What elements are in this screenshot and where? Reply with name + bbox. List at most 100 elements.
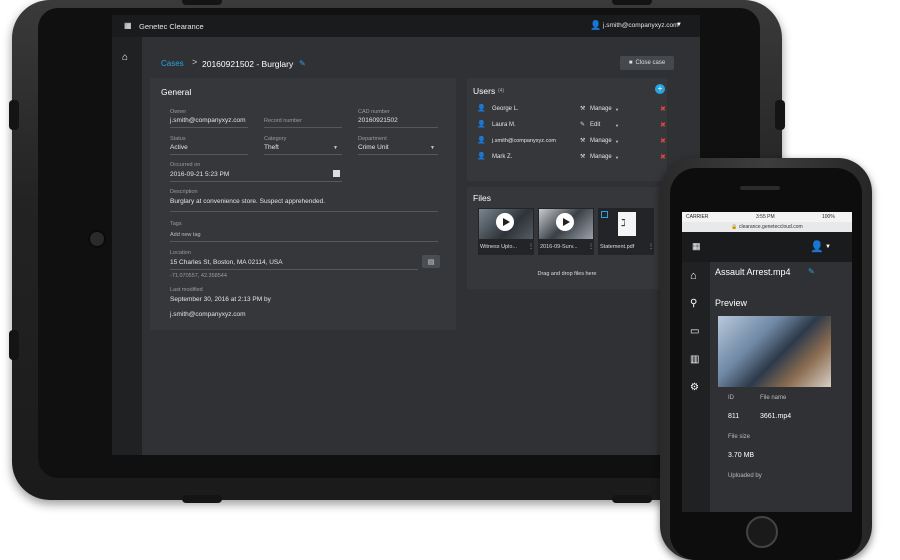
search-icon[interactable]: ⚲ bbox=[690, 298, 697, 309]
user-role-select[interactable]: Manage bbox=[590, 106, 612, 112]
pencil-icon[interactable]: ✎ bbox=[299, 59, 306, 68]
clock-text: 3:55 PM bbox=[756, 214, 775, 220]
file-title: Assault Arrest.mp4 bbox=[715, 267, 791, 277]
user-avatar-icon: 👤 bbox=[477, 153, 486, 160]
add-user-button[interactable]: + bbox=[655, 84, 665, 94]
user-row: 👤 Mark Z. ⚒ Manage ▼ ✖ bbox=[467, 150, 667, 166]
chevron-down-icon[interactable]: ▼ bbox=[333, 145, 338, 151]
filesize-label: File size bbox=[728, 434, 751, 440]
uploaded-by-label: Uploaded by bbox=[728, 473, 762, 479]
files-panel: Files Witness Uplo... ⋮ 2016-09-Surv... … bbox=[467, 187, 667, 289]
preview-heading: Preview bbox=[715, 298, 748, 308]
user-email[interactable]: j.smith@companyxyz.com bbox=[603, 22, 679, 29]
address-bar[interactable]: 🔒 clearance.geneteccloud.com bbox=[682, 222, 852, 232]
files-heading: Files bbox=[473, 193, 491, 203]
chevron-down-icon[interactable]: ▼ bbox=[615, 123, 619, 128]
owner-underline bbox=[170, 127, 248, 128]
calendar-icon[interactable] bbox=[333, 170, 340, 177]
user-icon[interactable]: 👤 bbox=[810, 240, 824, 253]
chevron-down-icon[interactable]: ▼ bbox=[825, 244, 831, 250]
general-panel: General Owner j.smith@companyxyz.com Rec… bbox=[150, 78, 456, 330]
category-underline bbox=[264, 154, 342, 155]
film-icon[interactable]: ▥ bbox=[690, 354, 699, 365]
user-role-select[interactable]: Manage bbox=[590, 154, 612, 160]
play-icon[interactable] bbox=[556, 213, 574, 231]
user-role-select[interactable]: Manage bbox=[590, 138, 612, 144]
user-name: j.smith@companyxyz.com bbox=[492, 138, 556, 144]
apps-grid-icon[interactable]: ▦ bbox=[692, 241, 701, 252]
top-bar: ▦ Genetec Clearance 👤 j.smith@companyxyz… bbox=[112, 15, 700, 37]
chevron-down-icon[interactable]: ▼ bbox=[676, 22, 682, 28]
id-label: ID bbox=[728, 395, 734, 401]
more-icon[interactable]: ⋮ bbox=[588, 243, 594, 250]
tag-input[interactable]: Add new tag bbox=[170, 232, 201, 238]
users-panel: Users (4) + 👤 George L. ⚒ Manage ▼ ✖ 👤 L… bbox=[467, 78, 667, 181]
file-checkbox[interactable] bbox=[601, 211, 608, 218]
play-icon[interactable] bbox=[496, 213, 514, 231]
remove-user-icon[interactable]: ✖ bbox=[660, 153, 666, 161]
last-modified-by: j.smith@companyxyz.com bbox=[170, 311, 246, 318]
tablet-side-button bbox=[9, 330, 19, 360]
tags-label: Tags bbox=[170, 221, 182, 227]
tablet-bottom-button bbox=[182, 495, 222, 503]
case-title: 20160921502 - Burglary bbox=[202, 59, 294, 69]
department-select[interactable]: Crime Unit bbox=[358, 144, 389, 151]
category-select[interactable]: Theft bbox=[264, 144, 279, 151]
remove-user-icon[interactable]: ✖ bbox=[660, 105, 666, 113]
more-icon[interactable]: ⋮ bbox=[648, 243, 654, 250]
department-label: Department bbox=[358, 136, 387, 142]
description-label: Description bbox=[170, 189, 198, 195]
drop-zone-text[interactable]: Drag and drop files here bbox=[467, 271, 667, 277]
carrier-text: CARRIER bbox=[686, 214, 709, 220]
pencil-icon: ✎ bbox=[580, 122, 586, 128]
close-case-button[interactable]: ■ Close case bbox=[620, 56, 674, 70]
remove-user-icon[interactable]: ✖ bbox=[660, 137, 666, 145]
file-card[interactable]: Witness Uplo... ⋮ bbox=[478, 208, 534, 255]
status-bar: CARRIER 3:55 PM 100% bbox=[682, 212, 852, 222]
remove-user-icon[interactable]: ✖ bbox=[660, 121, 666, 129]
home-icon[interactable]: ⌂ bbox=[690, 270, 697, 282]
tablet-screen: ▦ Genetec Clearance 👤 j.smith@companyxyz… bbox=[112, 15, 700, 455]
description-underline bbox=[170, 211, 438, 212]
file-card[interactable]: ℷ Statement.pdf ⋮ bbox=[598, 208, 654, 255]
pencil-icon[interactable]: ✎ bbox=[808, 267, 815, 276]
location-field[interactable]: 15 Charles St, Boston, MA 02114, USA bbox=[170, 259, 283, 266]
occurred-field[interactable]: 2016-09-21 5:23 PM bbox=[170, 171, 229, 178]
home-icon[interactable]: ⌂ bbox=[122, 52, 128, 63]
phone-screen: CARRIER 3:55 PM 100% 🔒 clearance.genetec… bbox=[682, 212, 852, 512]
tablet-bottom-button bbox=[612, 495, 652, 503]
user-role-select[interactable]: Edit bbox=[590, 122, 600, 128]
filesize-value: 3.70 MB bbox=[728, 452, 755, 459]
chevron-down-icon[interactable]: ▼ bbox=[430, 145, 435, 151]
chevron-down-icon[interactable]: ▼ bbox=[615, 139, 619, 144]
occurred-underline bbox=[170, 181, 342, 182]
wrench-icon: ⚒ bbox=[580, 138, 586, 144]
chevron-down-icon[interactable]: ▼ bbox=[615, 155, 619, 160]
user-avatar-icon: 👤 bbox=[477, 121, 486, 128]
tablet-side-button bbox=[775, 100, 785, 130]
wrench-icon: ⚒ bbox=[580, 154, 586, 160]
user-avatar-icon: 👤 bbox=[477, 105, 486, 112]
more-icon[interactable]: ⋮ bbox=[528, 243, 534, 250]
record-number-field[interactable]: Record number bbox=[264, 118, 302, 124]
user-icon[interactable]: 👤 bbox=[590, 20, 601, 31]
folder-icon[interactable]: ▭ bbox=[690, 326, 699, 337]
battery-text: 100% bbox=[822, 214, 835, 220]
cad-number-field[interactable]: 20160921502 bbox=[358, 117, 398, 124]
breadcrumb-cases[interactable]: Cases bbox=[161, 59, 184, 68]
description-field[interactable]: Burglary at convenience store. Suspect a… bbox=[170, 198, 325, 205]
chevron-down-icon[interactable]: ▼ bbox=[615, 107, 619, 112]
app-name: Genetec Clearance bbox=[139, 22, 204, 31]
phone-top-bar: ▦ 👤 ▼ bbox=[682, 232, 852, 262]
file-card[interactable]: 2016-09-Surv... ⋮ bbox=[538, 208, 594, 255]
owner-value: j.smith@companyxyz.com bbox=[170, 117, 246, 124]
wrench-icon: ⚒ bbox=[580, 106, 586, 112]
status-label: Status bbox=[170, 136, 186, 142]
user-name: Mark Z. bbox=[492, 154, 513, 160]
users-count: (4) bbox=[498, 88, 505, 94]
map-icon[interactable]: ▤ bbox=[422, 255, 440, 268]
apps-grid-icon[interactable]: ▦ bbox=[124, 21, 132, 30]
video-preview[interactable] bbox=[718, 316, 831, 387]
user-avatar-icon: 👤 bbox=[477, 137, 486, 144]
gear-icon[interactable]: ⚙ bbox=[690, 382, 699, 393]
